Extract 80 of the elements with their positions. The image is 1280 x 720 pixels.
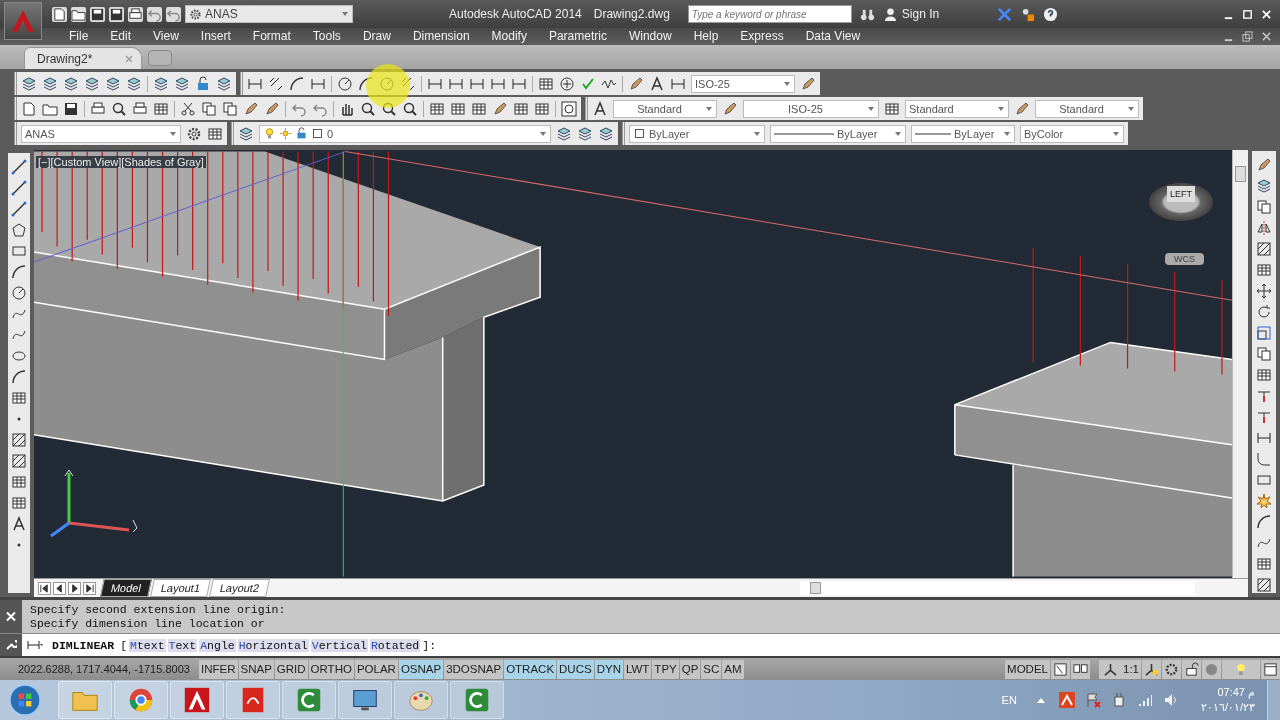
menu-item[interactable]: Dimension xyxy=(401,29,481,44)
file-name: Drawing2.dwg xyxy=(593,7,670,21)
status-toggle[interactable]: TPY xyxy=(652,659,679,679)
status-toggle[interactable]: POLAR xyxy=(354,659,398,679)
menu-item[interactable]: Insert xyxy=(189,29,242,44)
bracket-text: [ xyxy=(120,638,128,652)
dropdown[interactable]: ByLayer xyxy=(629,124,765,143)
command-option[interactable]: Angle xyxy=(199,638,236,652)
command-name: DIMLINEAR xyxy=(52,638,115,652)
command-option[interactable]: Horizontal xyxy=(237,638,309,652)
dropdown[interactable]: ANAS xyxy=(21,124,181,143)
dropdown-value: ByLayer xyxy=(954,127,996,140)
command-option[interactable]: Vertical xyxy=(310,638,368,652)
dropdown-value: ISO-25 xyxy=(787,102,824,115)
layout-tab[interactable]: Layout2 xyxy=(209,579,271,598)
dropdown-value: Standard xyxy=(636,102,683,115)
dropdown-value: ANAS xyxy=(205,7,239,21)
dropdown[interactable]: ByColor xyxy=(1020,124,1124,143)
status-toggle[interactable]: SC xyxy=(701,659,722,679)
dropdown[interactable]: Standard xyxy=(613,99,717,118)
bracket-text: ]: xyxy=(422,638,437,652)
status-toggle[interactable]: LWT xyxy=(623,659,652,679)
menu-item[interactable]: Modify xyxy=(480,29,538,44)
annotation-scale-button[interactable]: 1:1 xyxy=(1099,659,1141,679)
dropdown-value: ANAS xyxy=(25,127,56,140)
viewport-label[interactable]: [−][Custom View][Shades of Gray] xyxy=(36,156,206,169)
menu-item[interactable]: Express xyxy=(729,29,795,44)
dropdown[interactable]: ISO-25 xyxy=(743,99,879,118)
status-toggle[interactable]: OSNAP xyxy=(398,659,444,679)
status-toggle[interactable]: SNAP xyxy=(238,659,274,679)
dropdown[interactable]: Standard xyxy=(905,99,1009,118)
status-toggle[interactable]: DYN xyxy=(594,659,623,679)
menu-item[interactable]: File xyxy=(58,29,100,44)
menu-item[interactable]: Data View xyxy=(794,29,872,44)
dropdown[interactable]: ByLayer xyxy=(770,124,906,143)
menu-item[interactable]: Help xyxy=(682,29,730,44)
model-space-button[interactable]: MODEL xyxy=(1005,659,1050,679)
window-title: Autodesk AutoCAD 2014 xyxy=(449,7,582,21)
command-option[interactable]: Rotated xyxy=(369,638,421,652)
menu-item[interactable]: View xyxy=(142,29,190,44)
command-option[interactable]: Mtext xyxy=(129,638,166,652)
command-input[interactable]: DIMLINEAR [ Mtext Text Angle Horizontal Vertical Rotated ]: xyxy=(22,634,1280,657)
drawing-viewport[interactable]: [−][Custom View][Shades of Gray] LEFT WCS xyxy=(34,150,1232,579)
sign-in-link[interactable]: Sign In xyxy=(901,7,940,21)
menu-item[interactable]: Parametric xyxy=(537,29,618,44)
command-option[interactable]: Text xyxy=(167,638,198,652)
dropdown-value: Standard xyxy=(1058,102,1105,115)
dropdown[interactable]: ANAS xyxy=(185,5,353,23)
menu-item[interactable]: Window xyxy=(617,29,683,44)
coordinate-system-menu[interactable]: WCS xyxy=(1165,253,1204,266)
menu-item[interactable]: Draw xyxy=(351,29,402,44)
layout-tab[interactable]: Layout1 xyxy=(150,579,212,598)
status-toggle[interactable]: ORTHO xyxy=(308,659,354,679)
coordinates-readout: 2022.6288, 1717.4044, -1715.8003 xyxy=(17,663,191,676)
status-toggle[interactable]: INFER xyxy=(199,659,238,679)
dropdown[interactable]: ByLayer xyxy=(911,124,1015,143)
dropdown-value: 0 xyxy=(327,127,335,140)
dropdown-value: Standard xyxy=(909,102,955,115)
menu-item[interactable]: Edit xyxy=(99,29,143,44)
menu-item[interactable]: Tools xyxy=(301,29,352,44)
dropdown-value: ISO-25 xyxy=(695,77,731,90)
status-toggle[interactable]: AM xyxy=(722,659,744,679)
menu-item[interactable]: Format xyxy=(241,29,302,44)
command-history-line: Specify dimension line location or xyxy=(30,616,266,631)
status-toggle[interactable]: GRID xyxy=(274,659,308,679)
search-field[interactable]: Type a keyword or phrase xyxy=(687,5,852,23)
dropdown[interactable]: 0 xyxy=(259,124,551,143)
dropdown[interactable]: Standard xyxy=(1035,99,1139,118)
dropdown-value: ByColor xyxy=(1024,127,1065,140)
command-history-line: Specify second extension line origin: xyxy=(30,602,286,617)
status-toggle[interactable]: DUCS xyxy=(557,659,594,679)
layout-tab[interactable]: Model xyxy=(100,579,152,598)
status-toggle[interactable]: OTRACK xyxy=(504,659,557,679)
dropdown[interactable]: ISO-25 xyxy=(691,74,795,93)
document-tab[interactable]: Drawing2* xyxy=(24,47,142,70)
cube-face-label: LEFT xyxy=(1167,186,1195,203)
status-toggle[interactable]: QP xyxy=(679,659,701,679)
status-toggle[interactable]: 3DOSNAP xyxy=(444,659,504,679)
dropdown-value: ByLayer xyxy=(837,127,879,140)
dropdown-value: ByLayer xyxy=(649,127,691,140)
